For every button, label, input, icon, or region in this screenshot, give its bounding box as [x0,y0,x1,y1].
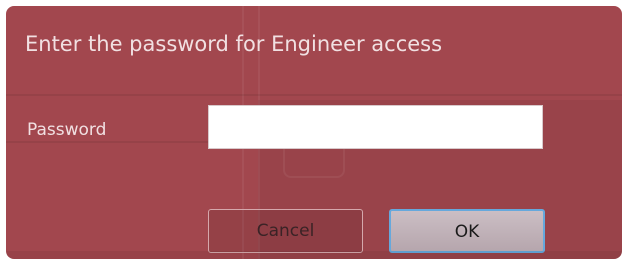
background-divider [6,141,242,143]
password-input[interactable] [208,105,543,149]
background-strip [6,251,622,259]
ok-button[interactable]: OK [389,209,545,253]
engineer-password-dialog: Enter the password for Engineer access P… [6,6,622,259]
background-shape [283,146,345,178]
password-label: Password [27,120,107,140]
dialog-title: Enter the password for Engineer access [25,32,443,56]
cancel-button[interactable]: Cancel [208,209,363,253]
background-divider [6,94,622,96]
